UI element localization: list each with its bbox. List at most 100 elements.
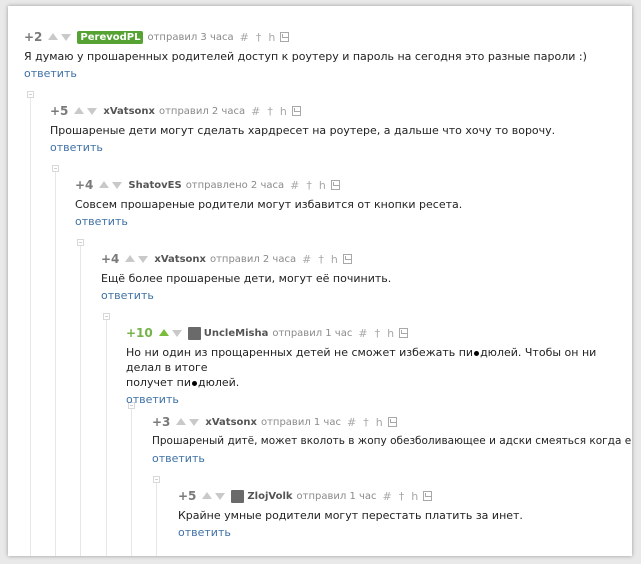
thread-line: [55, 172, 56, 556]
comment-time: отправлено 2 часа: [185, 179, 285, 191]
pin-icon[interactable]: †: [267, 105, 280, 118]
comment-score: +4: [101, 252, 120, 266]
downvote-icon[interactable]: [215, 493, 226, 500]
upvote-icon[interactable]: [202, 492, 213, 499]
save-icon[interactable]: [280, 32, 290, 42]
comment-meta: +4 xVatsonx отправил 2 часа # † h: [101, 251, 625, 267]
comment-author[interactable]: xVatsonx: [205, 417, 257, 428]
reply-link[interactable]: ответить: [152, 452, 626, 465]
collapse-toggle[interactable]: [77, 239, 84, 246]
avatar[interactable]: [187, 326, 201, 340]
thread-line: [80, 246, 81, 556]
comment-text-part: Но ни один из прощаренных детей не сможе…: [126, 346, 474, 359]
reply-link[interactable]: ответить: [24, 67, 624, 80]
comment-time: отправил 1 час: [260, 416, 341, 428]
downvote-icon[interactable]: [171, 330, 182, 337]
link-icon[interactable]: #: [383, 490, 399, 503]
pin-icon[interactable]: †: [256, 31, 269, 44]
comment-meta: +4 ShatovES отправлено 2 часа # † h: [75, 177, 625, 193]
comment-time: отправил 1 час: [272, 327, 353, 339]
reply-link[interactable]: ответить: [126, 393, 625, 406]
comment-author[interactable]: xVatsonx: [154, 254, 206, 265]
downvote-icon[interactable]: [112, 182, 123, 189]
comment: +2 PerevodPL отправил 3 часа # † h Я думаю…: [24, 29, 624, 80]
reply-link[interactable]: ответить: [75, 215, 625, 228]
upvote-icon[interactable]: [99, 181, 110, 188]
save-icon[interactable]: [291, 106, 301, 116]
comment: +5 ZlojVolk отправил 1 час # † h Крайне ум…: [178, 488, 626, 539]
save-icon[interactable]: [342, 254, 352, 264]
reply-link[interactable]: ответить: [178, 526, 626, 539]
comment-meta: +10 UncleMisha отправил 1 час # † h: [126, 325, 625, 341]
link-icon[interactable]: #: [358, 327, 374, 340]
downvote-icon[interactable]: [138, 256, 149, 263]
comment-text: Но ни один из прощаренных детей не сможе…: [126, 345, 625, 390]
collapse-toggle[interactable]: [153, 476, 160, 483]
pin-icon[interactable]: †: [399, 490, 412, 503]
comment: +4 xVatsonx отправил 2 часа # † h Ещё боле…: [101, 251, 625, 302]
link-icon[interactable]: #: [290, 179, 306, 192]
comment-text: Совсем прошареные родители могут избавит…: [75, 198, 463, 211]
upvote-icon[interactable]: [125, 255, 136, 262]
comment-score: +4: [75, 178, 94, 192]
thread-line: [106, 320, 107, 556]
comment-score: +5: [50, 104, 69, 118]
comment: +10 UncleMisha отправил 1 час # † h Но ни …: [126, 325, 625, 406]
comment-meta: +3 xVatsonx отправил 1 час # † h: [152, 414, 626, 430]
comment-text: Крайне умные родители могут перестать пл…: [178, 509, 523, 522]
save-icon[interactable]: [423, 491, 433, 501]
comment-text: Прошареные дети могут сделать хардресет …: [50, 124, 556, 137]
pin-icon[interactable]: †: [306, 179, 319, 192]
censor-dot-icon: [474, 350, 480, 356]
comment: +3 xVatsonx отправил 1 час # † h Прошарены…: [152, 414, 632, 465]
comment-author[interactable]: ZlojVolk: [247, 491, 292, 502]
downvote-icon[interactable]: [87, 108, 98, 115]
upvote-icon[interactable]: [176, 418, 187, 425]
reply-link[interactable]: ответить: [50, 141, 625, 154]
comment-meta: +5 ZlojVolk отправил 1 час # † h: [178, 488, 626, 504]
upvote-icon[interactable]: [74, 107, 85, 114]
downvote-icon[interactable]: [189, 419, 200, 426]
collapse-toggle[interactable]: [103, 313, 110, 320]
reply-link[interactable]: ответить: [101, 289, 625, 302]
comment-meta: +5 xVatsonx отправил 2 часа # † h: [50, 103, 625, 119]
collapse-toggle[interactable]: [52, 165, 59, 172]
thread-line: [156, 483, 157, 556]
comment-score: +2: [24, 30, 43, 44]
comment: +5 xVatsonx отправил 2 часа # † h Прошарен…: [50, 103, 625, 154]
comment-author[interactable]: xVatsonx: [103, 106, 155, 117]
comment-time: отправил 2 часа: [209, 253, 297, 265]
comment-author[interactable]: ShatovES: [128, 180, 181, 191]
comment-meta: +2 PerevodPL отправил 3 часа # † h: [24, 29, 624, 45]
comment-text: Ещё более прошареные дети, могут её почи…: [101, 272, 392, 285]
comment-author[interactable]: PerevodPL: [77, 30, 144, 44]
link-icon[interactable]: #: [347, 416, 363, 429]
pin-icon[interactable]: †: [363, 416, 376, 429]
pin-icon[interactable]: †: [375, 327, 388, 340]
thread-line: [30, 98, 31, 556]
comment: +4 ShatovES отправлено 2 часа # † h Совсем…: [75, 177, 625, 228]
pin-icon[interactable]: †: [318, 253, 331, 266]
comment-text: Прошареный дитё, может вколоть в жопу об…: [152, 435, 632, 447]
comment-text-part: получет пи: [126, 376, 191, 389]
comment-author[interactable]: UncleMisha: [204, 328, 269, 339]
comment-text: Я думаю у прошаренных родителей доступ к…: [24, 50, 587, 63]
link-icon[interactable]: #: [240, 31, 256, 44]
avatar[interactable]: [231, 489, 245, 503]
link-icon[interactable]: #: [251, 105, 267, 118]
comment-score: +10: [126, 326, 153, 340]
thread-line: [131, 409, 132, 556]
comment-score: +5: [178, 489, 197, 503]
upvote-icon[interactable]: [48, 33, 59, 40]
collapse-toggle[interactable]: [27, 91, 34, 98]
save-icon[interactable]: [387, 417, 397, 427]
save-icon[interactable]: [399, 328, 409, 338]
link-icon[interactable]: #: [302, 253, 318, 266]
censor-dot-icon: [191, 380, 197, 386]
save-icon[interactable]: [330, 180, 340, 190]
comment-thread: +2 PerevodPL отправил 3 часа # † h Я думаю…: [8, 6, 632, 556]
comment-time: отправил 3 часа: [147, 31, 234, 43]
comment-time: отправил 1 час: [296, 490, 377, 502]
upvote-icon[interactable]: [158, 329, 169, 336]
downvote-icon[interactable]: [61, 34, 72, 41]
